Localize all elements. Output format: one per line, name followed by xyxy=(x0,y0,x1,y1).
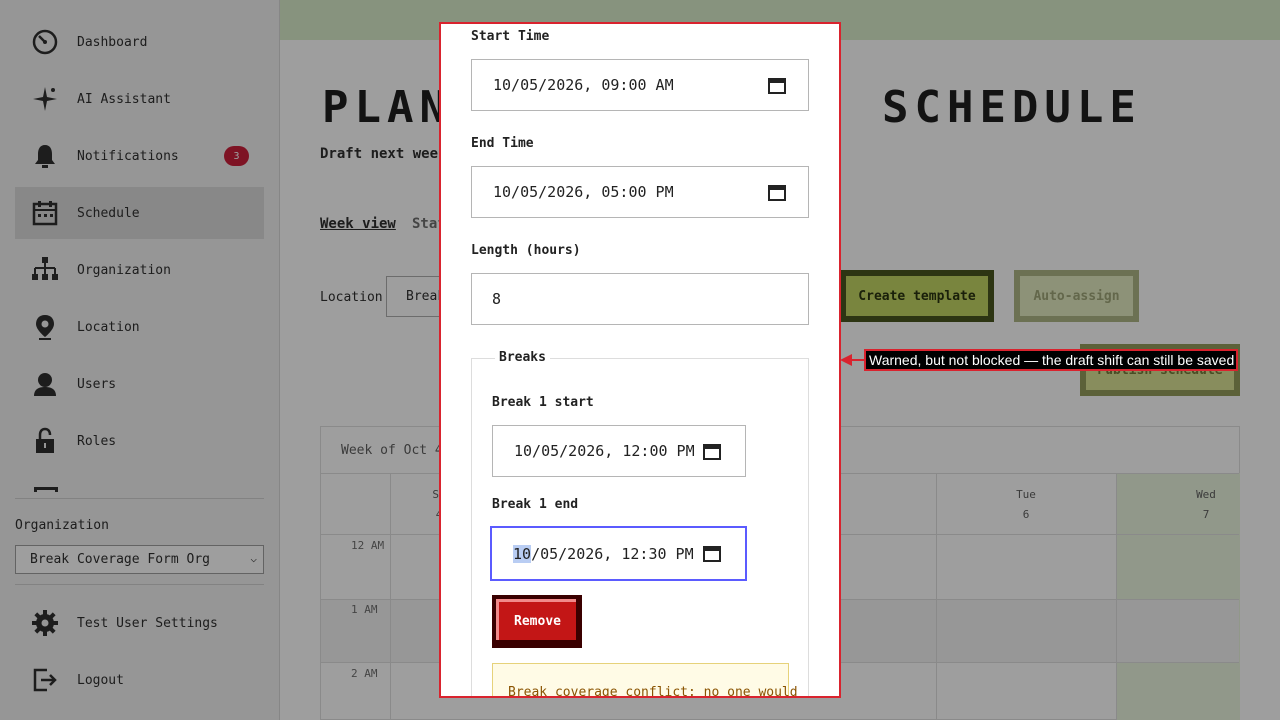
break-end-selected-segment: 10 xyxy=(513,544,532,563)
remove-break-label: Remove xyxy=(496,599,576,640)
breaks-legend: Breaks xyxy=(495,350,550,365)
break-end-input[interactable]: 10/05/2026, 12:30 PM xyxy=(490,526,747,581)
break-end-value: /05/2026, 12:30 PM xyxy=(531,544,694,563)
break-start-label: Break 1 start xyxy=(492,395,594,410)
start-time-input[interactable]: 10/05/2026, 09:00 AM xyxy=(471,59,809,111)
remove-break-button[interactable]: Remove xyxy=(492,595,582,648)
start-time-value: 10/05/2026, 09:00 AM xyxy=(493,76,674,94)
end-time-value: 10/05/2026, 05:00 PM xyxy=(493,183,674,201)
break-start-input[interactable]: 10/05/2026, 12:00 PM xyxy=(492,425,746,477)
calendar-picker-icon[interactable] xyxy=(703,545,721,562)
length-label: Length (hours) xyxy=(471,243,581,258)
end-time-input[interactable]: 10/05/2026, 05:00 PM xyxy=(471,166,809,218)
break-conflict-warning: Break coverage conflict: no one would xyxy=(492,663,798,696)
end-time-label: End Time xyxy=(471,136,534,151)
break-start-value: 10/05/2026, 12:00 PM xyxy=(514,442,695,460)
annotation-callout: Warned, but not blocked — the draft shif… xyxy=(864,349,1238,371)
calendar-picker-icon[interactable] xyxy=(768,77,786,94)
calendar-picker-icon[interactable] xyxy=(768,184,786,201)
break-end-label: Break 1 end xyxy=(492,497,579,512)
length-value: 8 xyxy=(492,290,502,308)
start-time-label: Start Time xyxy=(471,29,550,44)
length-input[interactable]: 8 xyxy=(471,273,809,325)
shift-modal: Start Time 10/05/2026, 09:00 AM End Time… xyxy=(439,22,841,698)
annotation-arrow-icon xyxy=(840,354,852,366)
calendar-picker-icon[interactable] xyxy=(703,443,721,460)
annotation-connector xyxy=(852,359,864,361)
